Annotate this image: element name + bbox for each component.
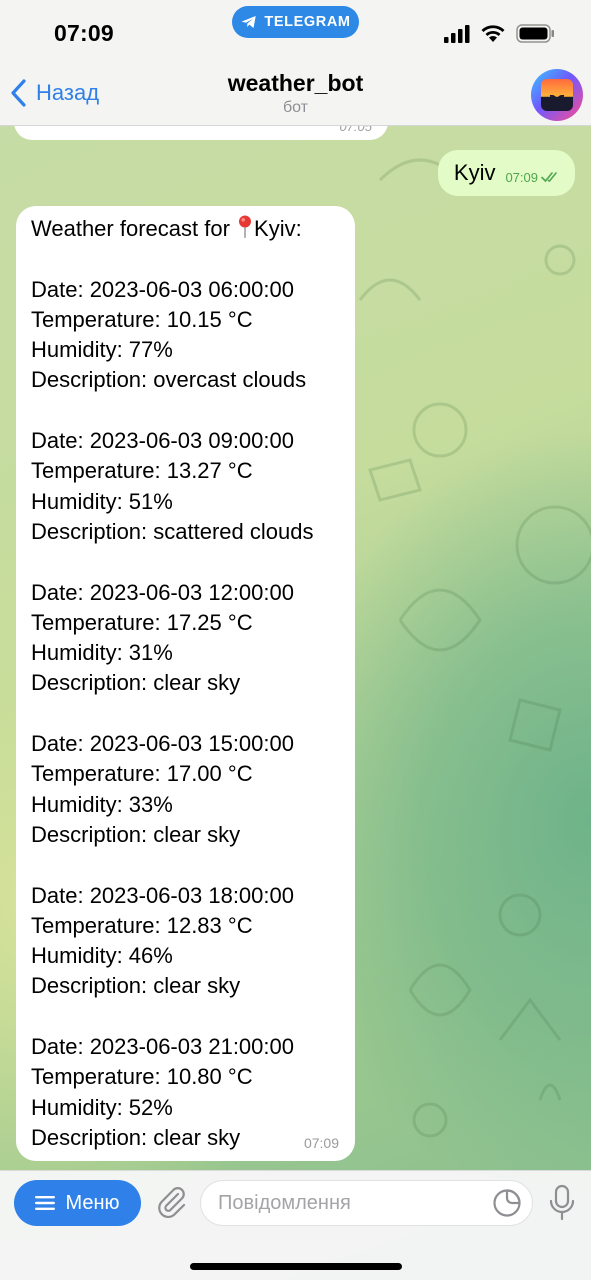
forecast-title: Weather forecast for Kyiv:	[31, 214, 341, 244]
chat-header: Назад weather_bot бот	[0, 62, 591, 126]
chat-title: weather_bot	[227, 70, 364, 96]
telegram-plane-icon	[241, 16, 257, 28]
microphone-icon[interactable]	[547, 1184, 577, 1222]
previous-message-bubble[interactable]: 07:05	[14, 126, 388, 140]
composer-bar: Меню	[0, 1170, 591, 1280]
double-check-icon	[541, 172, 557, 183]
menu-lines-icon	[35, 1196, 56, 1210]
message-text: Kyiv	[453, 160, 496, 185]
forecast-temperature: Temperature: 13.27 °C	[31, 458, 253, 484]
forecast-description: Description: clear sky	[31, 821, 241, 847]
outgoing-message-bubble[interactable]: Kyiv 07:09	[437, 150, 575, 196]
forecast-date: Date: 2023-06-03 18:00:00	[31, 882, 294, 908]
forecast-humidity: Humidity: 51%	[31, 488, 173, 514]
chat-subtitle: бот	[282, 99, 309, 116]
status-time: 07:09	[54, 20, 114, 46]
forecast-date: Date: 2023-06-03 06:00:00	[31, 276, 294, 302]
message-time: 07:05	[339, 126, 372, 134]
forecast-description: Description: clear sky	[31, 973, 241, 999]
telegram-pill[interactable]: TELEGRAM	[232, 6, 359, 38]
telegram-pill-label: TELEGRAM	[264, 14, 351, 30]
avatar-image	[541, 79, 573, 111]
incoming-message-bubble[interactable]: Weather forecast for Kyiv: Date: 2023-06…	[16, 206, 355, 1161]
battery-icon	[516, 24, 554, 43]
forecast-date: Date: 2023-06-03 09:00:00	[31, 428, 294, 454]
message-meta: 07:09	[505, 170, 561, 185]
system-icons	[444, 24, 555, 43]
menu-label: Меню	[65, 1191, 120, 1214]
forecast-temperature: Temperature: 12.83 °C	[31, 912, 253, 938]
forecast-temperature: Temperature: 17.00 °C	[31, 761, 253, 787]
signal-icon	[444, 24, 470, 43]
home-indicator[interactable]	[190, 1263, 402, 1270]
forecast-description: Description: clear sky	[31, 1124, 241, 1150]
forecast-temperature: Temperature: 10.80 °C	[31, 1064, 253, 1090]
forecast-date: Date: 2023-06-03 15:00:00	[31, 731, 294, 757]
forecast-humidity: Humidity: 77%	[31, 337, 173, 363]
forecast-humidity: Humidity: 33%	[31, 791, 173, 817]
forecast-temperature: Temperature: 10.15 °C	[31, 306, 253, 332]
message-input[interactable]	[200, 1180, 533, 1226]
forecast-humidity: Humidity: 52%	[31, 1094, 173, 1120]
forecast-city: Kyiv:	[254, 216, 302, 241]
message-list[interactable]: 07:05 Kyiv 07:09 Weather forecast for Ky…	[0, 126, 591, 1170]
message-time: 07:09	[505, 169, 538, 185]
paperclip-icon[interactable]	[154, 1185, 188, 1219]
message-time: 07:09	[303, 1135, 339, 1151]
forecast-humidity: Humidity: 31%	[31, 640, 173, 666]
bot-menu-button[interactable]: Меню	[14, 1180, 141, 1226]
forecast-title-prefix: Weather forecast for	[31, 216, 230, 241]
forecast-date: Date: 2023-06-03 12:00:00	[31, 579, 294, 605]
status-bar: 07:09 TELEGRAM	[0, 0, 591, 62]
forecast-description: Description: overcast clouds	[31, 367, 307, 393]
forecast-temperature: Temperature: 17.25 °C	[31, 609, 253, 635]
wifi-icon	[481, 25, 505, 42]
forecast-description: Description: scattered clouds	[31, 518, 314, 544]
pin-icon	[239, 215, 252, 238]
forecast-description: Description: clear sky	[31, 670, 241, 696]
forecast-date: Date: 2023-06-03 21:00:00	[31, 1034, 294, 1060]
sticker-icon[interactable]	[492, 1188, 522, 1218]
chat-title-block[interactable]: weather_bot бот	[0, 70, 591, 117]
forecast-humidity: Humidity: 46%	[31, 943, 173, 969]
bot-avatar[interactable]	[531, 69, 583, 121]
